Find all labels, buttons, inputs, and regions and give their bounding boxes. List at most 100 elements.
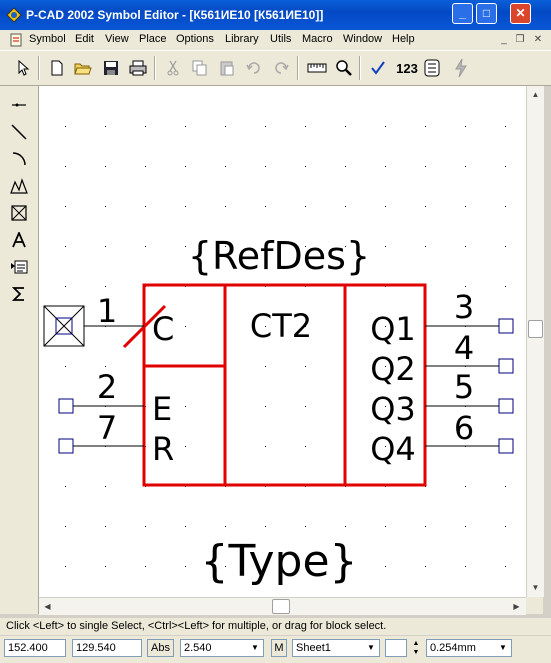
pin-name-q2: Q2 [370, 350, 416, 388]
window-title: P-CAD 2002 Symbol Editor - [К561ИЕ10 [К5… [26, 8, 324, 22]
vertical-scrollbar[interactable]: ▲ ▼ [526, 86, 544, 597]
horizontal-scroll-thumb[interactable] [272, 599, 290, 614]
app-icon [6, 7, 22, 23]
cut-icon[interactable] [162, 57, 184, 79]
place-attribute-icon[interactable] [8, 256, 30, 278]
pin-number-c: 1 [97, 292, 117, 330]
measure-ruler-icon[interactable] [306, 57, 328, 79]
menu-place[interactable]: Place [139, 33, 167, 45]
maximize-button[interactable]: □ [476, 3, 497, 24]
line-style-box[interactable] [385, 639, 407, 657]
place-text-icon[interactable] [8, 229, 30, 251]
pin-endpoint-q4[interactable] [498, 438, 514, 454]
menu-window[interactable]: Window [343, 33, 382, 45]
lightning-icon[interactable] [450, 57, 472, 79]
undo-icon[interactable] [243, 57, 265, 79]
pin-number-q2: 4 [454, 329, 474, 367]
toolbar-separator [359, 56, 361, 80]
menu-symbol[interactable]: Symbol [29, 33, 66, 45]
menu-options[interactable]: Options [176, 33, 214, 45]
save-icon[interactable] [100, 57, 122, 79]
paste-icon[interactable] [216, 57, 238, 79]
place-polygon-icon[interactable] [8, 175, 30, 197]
menu-library[interactable]: Library [225, 33, 259, 45]
place-point-icon[interactable] [8, 202, 30, 224]
select-arrow-icon[interactable] [12, 57, 34, 79]
open-folder-icon[interactable] [72, 57, 94, 79]
menu-help[interactable]: Help [392, 33, 415, 45]
title-bar: P-CAD 2002 Symbol Editor - [К561ИЕ10 [К5… [0, 0, 551, 30]
placement-toolbar [0, 86, 39, 614]
copy-icon[interactable] [189, 57, 211, 79]
validate-checkmark-icon[interactable] [367, 57, 389, 79]
new-file-icon[interactable] [46, 57, 68, 79]
scroll-corner [526, 597, 543, 614]
refdes-attribute[interactable]: {RefDes} [188, 234, 370, 278]
x-coordinate-field[interactable]: 152.400 [4, 639, 66, 657]
function-label: CT2 [250, 307, 312, 345]
mdi-restore-button[interactable]: ❐ [513, 33, 527, 46]
abs-toggle-button[interactable]: Abs [147, 639, 174, 657]
type-attribute[interactable]: {Type} [200, 536, 357, 587]
y-coordinate-field[interactable]: 129.540 [72, 639, 142, 657]
grid-size-dropdown[interactable]: 2.540 ▼ [180, 639, 264, 657]
scroll-down-icon[interactable]: ▼ [528, 580, 543, 595]
main-toolbar: 123 [0, 50, 551, 86]
pin-name-r: R [152, 430, 174, 468]
document-icon[interactable] [9, 33, 23, 47]
place-sum-icon[interactable] [8, 283, 30, 305]
line-width-spinner[interactable]: ▲ ▼ [410, 639, 422, 657]
pin-endpoint-c[interactable] [43, 305, 85, 347]
menu-view[interactable]: View [105, 33, 129, 45]
sheet-value: Sheet1 [296, 642, 331, 654]
mdi-minimize-button[interactable]: _ [497, 33, 511, 46]
place-arc-icon[interactable] [8, 148, 30, 170]
pin-name-q3: Q3 [370, 390, 416, 428]
pin-name-c: C [152, 310, 174, 348]
grid-size-value: 2.540 [184, 642, 212, 654]
vertical-scroll-thumb[interactable] [528, 320, 543, 338]
chevron-down-icon[interactable]: ▼ [248, 641, 262, 655]
mdi-close-button[interactable]: ✕ [531, 33, 545, 46]
menu-utils[interactable]: Utils [270, 33, 291, 45]
pin-number-button[interactable]: 123 [393, 57, 421, 79]
chevron-down-icon[interactable]: ▼ [496, 641, 510, 655]
menu-bar: Symbol Edit View Place Options Library U… [0, 30, 551, 50]
scroll-left-icon[interactable]: ◀ [40, 599, 55, 614]
menu-macro[interactable]: Macro [302, 33, 333, 45]
status-message: Click <Left> to single Select, <Ctrl><Le… [6, 620, 387, 632]
menu-edit[interactable]: Edit [75, 33, 94, 45]
pin-endpoint-q3[interactable] [498, 398, 514, 414]
print-icon[interactable] [127, 57, 149, 79]
horizontal-scrollbar[interactable]: ◀ ▶ [39, 597, 526, 615]
m-toggle-button[interactable]: M [271, 639, 287, 657]
pin-name-q1: Q1 [370, 310, 416, 348]
zoom-icon[interactable] [333, 57, 355, 79]
pin-name-e: E [152, 390, 172, 428]
pin-endpoint-q1[interactable] [498, 318, 514, 334]
pin-number-q1: 3 [454, 288, 474, 326]
pin-number-q4: 6 [454, 409, 474, 447]
symbol-wizard-icon[interactable] [421, 57, 443, 79]
redo-icon[interactable] [270, 57, 292, 79]
toolbar-separator [297, 56, 299, 80]
pin-endpoint-r[interactable] [58, 438, 74, 454]
sheet-dropdown[interactable]: Sheet1 ▼ [292, 639, 380, 657]
minimize-button[interactable]: _ [452, 3, 473, 24]
line-width-dropdown[interactable]: 0.254mm ▼ [426, 639, 512, 657]
pin-endpoint-e[interactable] [58, 398, 74, 414]
status-message-bar: Click <Left> to single Select, <Ctrl><Le… [0, 618, 551, 635]
pin-endpoint-q2[interactable] [498, 358, 514, 374]
scroll-up-icon[interactable]: ▲ [528, 87, 543, 102]
toolbar-separator [154, 56, 156, 80]
line-width-value: 0.254mm [430, 642, 476, 654]
drawing-canvas[interactable]: {RefDes} {Type} CT2 1 C 2 E 7 R 3 Q1 4 Q… [39, 86, 526, 597]
close-button[interactable]: ✕ [510, 3, 531, 24]
pin-number-r: 7 [97, 409, 117, 447]
chevron-down-icon[interactable]: ▼ [364, 641, 378, 655]
status-bar: 152.400 129.540 Abs 2.540 ▼ M Sheet1 ▼ ▲… [0, 636, 551, 663]
place-pin-icon[interactable] [8, 94, 30, 116]
scroll-right-icon[interactable]: ▶ [509, 599, 524, 614]
place-line-icon[interactable] [8, 121, 30, 143]
pin-number-e: 2 [97, 368, 117, 406]
